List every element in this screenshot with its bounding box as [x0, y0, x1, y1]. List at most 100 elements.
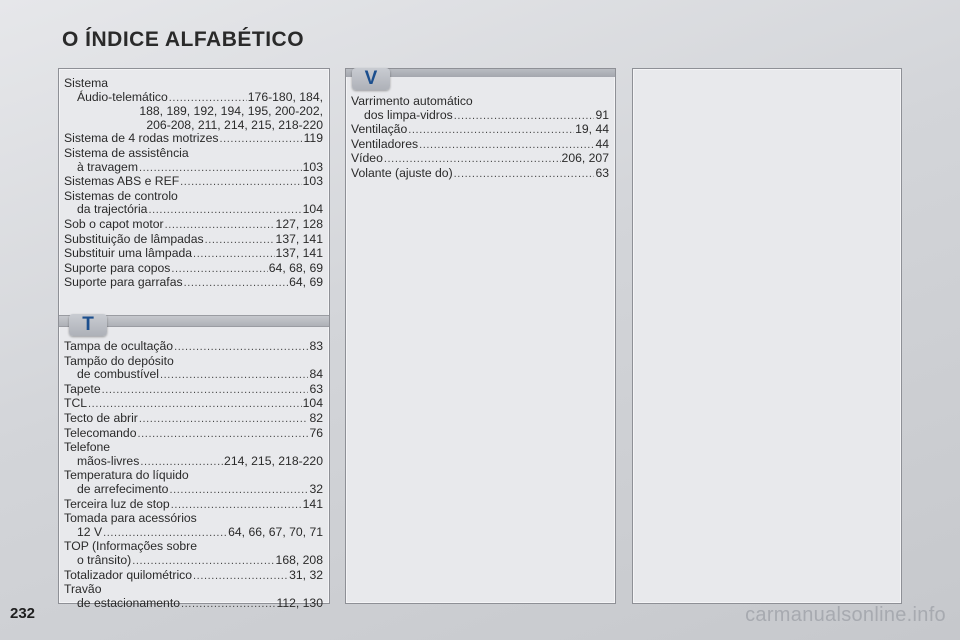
index-entry: Sistema de assistência	[64, 145, 323, 161]
entry-label: dos limpa-vidros	[364, 107, 453, 122]
index-entry: Substituir uma lâmpada 137, 141	[64, 247, 323, 262]
section-letter-v: V	[352, 68, 390, 90]
section-letter-t: T	[69, 314, 107, 336]
entry-page-refs: 104	[302, 202, 323, 217]
index-entry: Telefone	[64, 441, 323, 455]
index-entry: 206-208, 211, 214, 215, 218-220	[64, 117, 323, 133]
entry-page-refs: 176-180, 184,	[247, 89, 323, 104]
dot-leader	[184, 276, 289, 291]
index-entry: Ventiladores 44	[351, 136, 609, 153]
index-entry: de arrefecimento 32	[64, 481, 323, 498]
entry-page-refs: 214, 215, 218-220	[224, 453, 323, 468]
entry-label: Tecto de abrir	[64, 410, 138, 425]
dot-leader	[419, 138, 594, 153]
entry-label: Telecomando	[64, 425, 137, 440]
index-entry: de combustível 84	[64, 368, 323, 383]
index-entry: TCL 104	[64, 397, 323, 412]
entry-page-refs: 103	[302, 174, 323, 189]
index-entry: Sistema de 4 rodas motrizes 119	[64, 132, 323, 147]
entry-label: Ventiladores	[351, 136, 419, 151]
entry-page-refs: 31, 32	[289, 567, 323, 582]
dot-leader	[140, 455, 223, 470]
entry-label: 12 V	[77, 524, 103, 539]
section-header-t: T	[59, 314, 329, 336]
entry-label: Suporte para copos	[64, 260, 171, 275]
dot-leader	[138, 427, 309, 442]
entry-label: Vídeo	[351, 151, 383, 166]
entry-page-refs: 83	[309, 339, 323, 353]
index-list-t: Tampa de ocultação83Tampão do depósitode…	[64, 339, 323, 612]
entry-page-refs: 76	[309, 425, 323, 440]
index-entry: Temperatura do líquido	[64, 469, 323, 483]
entry-label: Terceira luz de stop	[64, 496, 170, 511]
dot-leader	[219, 132, 302, 147]
index-entry: Tecto de abrir 82	[64, 410, 323, 427]
index-list-s: SistemaÁudio-telemático 176-180, 184,188,…	[64, 76, 323, 291]
entry-label: de combustível	[77, 367, 159, 382]
index-entry: Substituição de lâmpadas 137, 141	[64, 231, 323, 248]
index-list-v: Varrimento automáticodos limpa-vidros91V…	[351, 94, 609, 182]
entry-page-refs: 64, 69	[289, 275, 323, 290]
dot-leader	[384, 152, 561, 167]
index-column-3	[632, 68, 902, 604]
entry-label: mãos-livres	[77, 453, 140, 468]
entry-page-refs: 168, 208	[275, 552, 323, 567]
index-entry: Terceira luz de stop 141	[64, 496, 323, 513]
entry-page-refs: 141	[302, 496, 323, 511]
entry-label: à travagem	[77, 159, 138, 174]
index-entry: Varrimento automático	[351, 94, 609, 109]
index-entry: Suporte para garrafas 64, 69	[64, 276, 323, 291]
index-entry: Vídeo 206, 207	[351, 152, 609, 167]
dot-leader	[193, 247, 275, 262]
index-entry: Sistemas ABS e REF 103	[64, 175, 323, 190]
entry-label: TCL	[64, 396, 88, 411]
entry-label: Áudio-telemático	[77, 89, 168, 104]
index-entry: Tampa de ocultação 83	[64, 339, 323, 355]
dot-leader	[171, 262, 267, 277]
entry-label: Travão	[64, 582, 102, 597]
entry-label: de arrefecimento	[77, 481, 169, 496]
entry-page-refs: 206, 207	[561, 151, 609, 166]
index-entry: Sob o capot motor 127, 128	[64, 216, 323, 233]
entry-page-refs: 91	[595, 107, 609, 122]
entry-label: Sistema	[64, 76, 109, 90]
index-entry: da trajectória 104	[64, 203, 323, 218]
entry-page-refs: 64, 68, 69	[268, 260, 323, 275]
index-entry: TOP (Informações sobre	[64, 540, 323, 554]
dot-leader	[180, 175, 302, 190]
entry-page-refs: 127, 128	[275, 216, 323, 231]
entry-label: Sistema de assistência	[64, 145, 189, 160]
entry-page-refs: 103	[302, 159, 323, 174]
dot-leader	[454, 167, 595, 182]
entry-label: Temperatura do líquido	[64, 468, 189, 483]
dot-leader	[181, 597, 275, 612]
dot-leader	[454, 109, 595, 124]
dot-leader	[102, 383, 309, 398]
dot-leader	[205, 233, 275, 248]
dot-leader	[132, 554, 274, 569]
entry-label: Tapete	[64, 381, 101, 396]
index-entry: Ventilação 19, 44	[351, 123, 609, 138]
entry-label: de estacionamento	[77, 595, 180, 610]
index-column-2: V Varrimento automáticodos limpa-vidros 9…	[345, 68, 616, 604]
entry-page-refs: 63	[309, 381, 323, 396]
entry-page-refs: 137, 141	[275, 231, 323, 246]
entry-page-refs: 84	[309, 367, 323, 382]
dot-leader	[148, 203, 301, 218]
entry-label: Telefone	[64, 440, 111, 455]
entry-label: Totalizador quilométrico	[64, 567, 193, 582]
entry-label: Substituição de lâmpadas	[64, 231, 204, 246]
entry-label: Sob o capot motor	[64, 216, 164, 231]
index-entry: dos limpa-vidros 91	[351, 107, 609, 124]
index-entry: Tomada para acessórios	[64, 512, 323, 526]
entry-page-refs: 44	[595, 136, 609, 151]
index-entry: de estacionamento 112, 130	[64, 595, 323, 612]
entry-label: Sistemas ABS e REF	[64, 174, 180, 189]
dot-leader	[408, 123, 574, 138]
entry-page-refs: 206-208, 211, 214, 215, 218-220	[146, 117, 323, 132]
entry-page-refs: 104	[302, 396, 323, 411]
index-entry: Áudio-telemático 176-180, 184,	[64, 89, 323, 106]
dot-leader	[193, 569, 288, 584]
dot-leader	[139, 412, 309, 427]
dot-leader	[165, 218, 275, 233]
